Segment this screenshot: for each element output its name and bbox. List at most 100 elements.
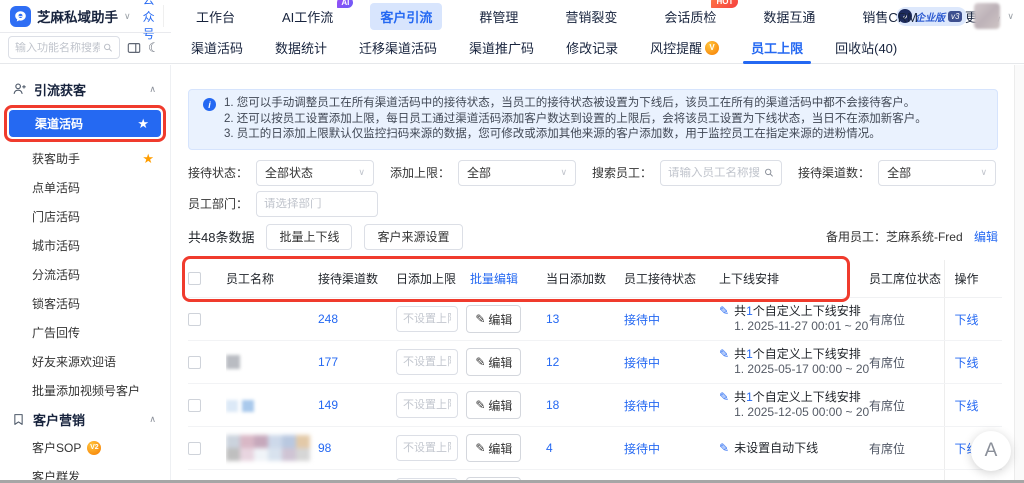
tab-channel-promo-code[interactable]: 渠道推广码 [469,32,534,63]
avatar[interactable] [974,3,1001,29]
offline-action-link[interactable]: 下线 [955,313,979,327]
tab-risk-alert[interactable]: 风控提醒 V [650,32,720,63]
bookmark-icon [14,413,23,425]
function-search-input[interactable] [15,41,101,54]
edit-limit-button[interactable]: ✎编辑 [466,348,522,376]
brand-area[interactable]: 芝麻私域助手 ∨ 公众号 [0,0,163,42]
pencil-icon: ✎ [475,312,486,326]
search-icon [104,43,113,52]
staff-search-input[interactable] [668,166,761,179]
nav-item-ai-workflow[interactable]: AI工作流 AI [272,0,354,30]
edit-limit-button[interactable]: ✎编辑 [466,391,522,419]
department-input[interactable] [264,197,371,210]
batch-edit-link[interactable]: 批量编辑 [470,272,518,286]
sidebar-item-friend-source-welcome[interactable]: 好友来源欢迎语 [0,347,170,376]
schedule-cell: ✎ 共1个自定义上下线安排 1. 2025-12-05 00:00 ~ 2025… [719,390,869,420]
nav-item-chat-inspection[interactable]: 会话质检 HOT [654,0,739,30]
tab-staff-limit[interactable]: 员工上限 [743,32,812,64]
daily-limit-input[interactable] [396,306,458,333]
star-icon[interactable]: ★ [142,151,154,167]
reception-status-select[interactable]: 全部状态 ∨ [256,159,375,186]
sidebar-item-batch-add-video-customers[interactable]: 批量添加视频号客户 [0,376,170,405]
sidebar-item-acquisition-helper[interactable]: 获客助手 ★ [0,144,170,173]
sidebar-item-customer-mass-send[interactable]: 客户群发 [0,462,170,480]
tab-change-log[interactable]: 修改记录 [566,32,618,63]
tab-migrate-channel-code[interactable]: 迁移渠道活码 [359,32,437,63]
today-added-link[interactable]: 13 [546,312,559,326]
panel-collapse-icon[interactable] [127,41,141,55]
staff-name-cell [226,340,318,384]
sidebar-item-ad-callback[interactable]: 广告回传 [0,318,170,347]
divider [0,32,171,33]
staff-name-cell [226,297,318,341]
sidebar-item-order-code[interactable]: 点单活码 [0,173,170,202]
channel-count-link[interactable]: 149 [318,398,338,412]
sidebar-item-customer-sop[interactable]: 客户SOP V2 [0,433,170,462]
vertical-scrollbar[interactable] [1014,65,1024,480]
nav-item-customer-acquisition[interactable]: 客户引流 [370,2,443,30]
nav-item-sales-crm[interactable]: 销售CRM [852,3,928,30]
reception-status-value: 接待中 [624,312,661,327]
chevron-down-icon: ∨ [358,167,366,177]
pencil-icon[interactable]: ✎ [719,347,729,362]
nav-item-marketing-fission[interactable]: 营销裂变 [555,3,627,30]
sidebar-item-store-code[interactable]: 门店活码 [0,202,170,231]
today-added-link[interactable]: 12 [546,355,559,369]
dark-mode-moon-icon[interactable]: ☾ [148,41,160,54]
tab-channel-code[interactable]: 渠道活码 [191,32,243,63]
filter-row-2: 员工部门： [188,190,998,217]
schedule-detail: 1. 2025-11-27 00:01 ~ 2025-... [734,319,869,333]
today-added-link[interactable]: 18 [546,398,559,412]
customer-source-setting-button[interactable]: 客户来源设置 [364,223,463,250]
row-checkbox[interactable] [188,442,201,456]
channel-count-link[interactable]: 248 [318,312,338,326]
seat-status-value: 有席位 [869,355,906,370]
risk-badge-icon: V [705,40,720,55]
offline-action-link[interactable]: 下线 [955,399,979,413]
tab-recycle-bin[interactable]: 回收站(40) [835,32,897,63]
sidebar-section-acquisition[interactable]: 引流获客 ∧ [0,75,170,103]
pencil-icon[interactable]: ✎ [719,304,729,319]
row-checkbox[interactable] [188,356,201,370]
pencil-icon: ✎ [475,441,486,455]
row-checkbox[interactable] [188,313,201,327]
daily-limit-input[interactable] [396,435,458,462]
sidebar-item-channel-code[interactable]: 渠道活码 ★ [9,110,161,137]
channel-count-select[interactable]: 全部 ∨ [878,159,997,186]
nav-item-group-management[interactable]: 群管理 [469,3,528,30]
edit-limit-button[interactable]: ✎编辑 [466,305,522,333]
tab-data-statistics[interactable]: 数据统计 [275,32,327,63]
app-logo-icon [10,5,31,27]
table-row: 149 ✎编辑 18 接待中 ✎ 共1个自定义上下线安排 1. 2025-12-… [188,383,1002,427]
filter-channel-count: 接待渠道数： 全部 ∨ [798,159,997,186]
nav-item-data-exchange[interactable]: 数据互通 [753,3,825,30]
nav-item-workbench[interactable]: 工作台 [186,3,245,30]
sidebar-item-split-code[interactable]: 分流活码 [0,260,170,289]
public-account-link[interactable]: 公众号 [143,0,163,42]
daily-limit-input[interactable] [396,349,458,376]
sidebar-item-lock-customer-code[interactable]: 锁客活码 [0,289,170,318]
channel-count-link[interactable]: 98 [318,441,331,455]
select-all-checkbox[interactable] [188,272,201,286]
department-select-box[interactable] [256,190,379,217]
edit-limit-button[interactable]: ✎编辑 [466,434,522,462]
add-limit-select[interactable]: 全部 ∨ [458,159,577,186]
sidebar-section-customer-marketing[interactable]: 客户营销 ∧ [0,405,170,433]
staff-search-box[interactable] [660,159,783,186]
daily-limit-input[interactable] [396,392,458,419]
today-added-link[interactable]: 4 [546,441,553,455]
channel-count-link[interactable]: 177 [318,355,338,369]
star-icon[interactable]: ★ [137,116,149,132]
sidebar-item-city-code[interactable]: 城市活码 [0,231,170,260]
row-checkbox[interactable] [188,399,201,413]
offline-action-link[interactable]: 下线 [955,356,979,370]
floating-assistant-button[interactable]: A [971,431,1011,471]
ai-badge: AI [337,0,354,8]
main-navigation: 工作台 AI工作流 AI 客户引流 群管理 营销裂变 会话质检 HOT 数据互通 销… [186,0,1001,30]
pencil-icon[interactable]: ✎ [719,390,729,405]
pencil-icon[interactable]: ✎ [719,441,729,456]
notice-line: 2. 还可以按员工设置添加上限，每日员工通过渠道活码添加客户数达到设置的上限后，… [224,112,927,125]
schedule-cell: ✎ 未设置自动下线 [719,440,819,456]
backup-edit-link[interactable]: 编辑 [974,230,998,244]
batch-online-offline-button[interactable]: 批量上下线 [266,223,353,250]
